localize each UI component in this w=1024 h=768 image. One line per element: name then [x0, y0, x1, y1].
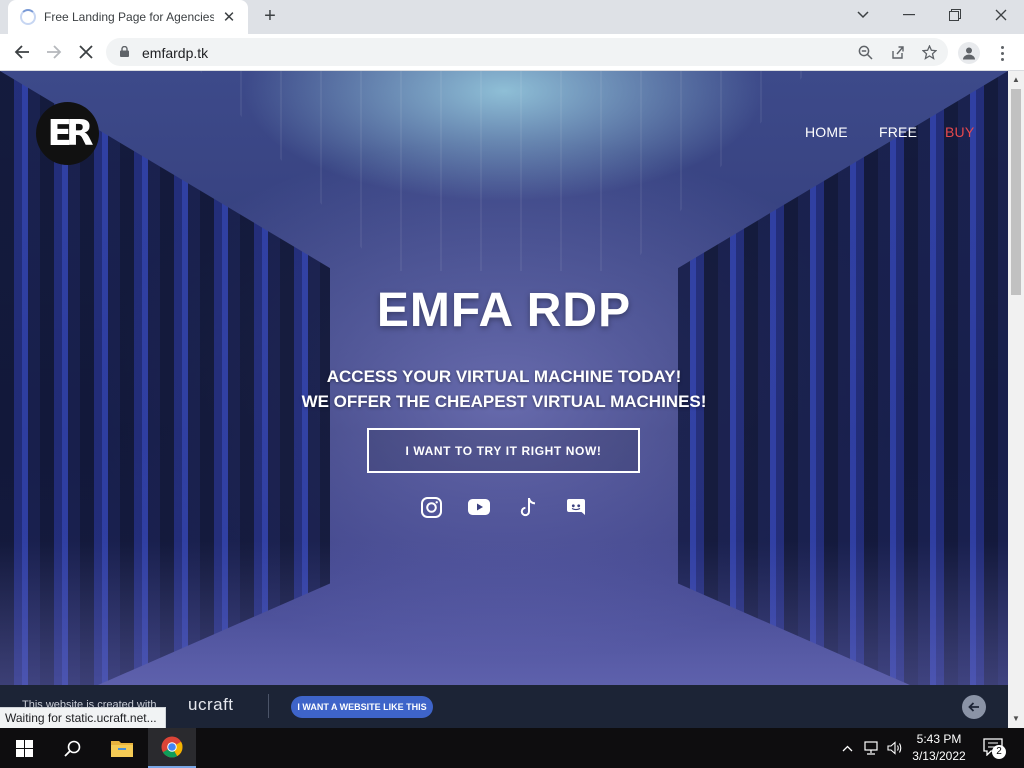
- volume-button[interactable]: [884, 728, 906, 768]
- tab-title: Free Landing Page for Agencies -: [44, 10, 214, 24]
- discord-link[interactable]: [564, 495, 588, 519]
- windows-taskbar: 5:43 PM 3/13/2022 2: [0, 728, 1024, 768]
- loading-spinner-icon: [20, 9, 36, 25]
- network-icon: [864, 741, 878, 755]
- tab-strip: Free Landing Page for Agencies - ✕ +: [0, 0, 1024, 34]
- clock-date: 3/13/2022: [912, 749, 966, 763]
- profile-button[interactable]: [958, 42, 980, 64]
- promo-divider: [268, 694, 269, 718]
- want-website-button[interactable]: I WANT A WEBSITE LIKE THIS: [291, 696, 433, 718]
- tab-close-button[interactable]: ✕: [220, 8, 238, 26]
- file-explorer-icon: [111, 741, 133, 757]
- arrow-left-icon: [968, 702, 979, 712]
- zoom-out-icon: [858, 45, 873, 60]
- forward-button[interactable]: [40, 39, 68, 65]
- lock-icon: [120, 46, 129, 57]
- search-icon: [63, 740, 80, 757]
- browser-toolbar: emfardp.tk: [0, 34, 1024, 71]
- page-scrollbar[interactable]: ▲ ▼: [1008, 71, 1024, 728]
- share-icon: [891, 45, 904, 59]
- tab-search-button[interactable]: [840, 0, 886, 30]
- tray-overflow-button[interactable]: [838, 728, 856, 768]
- hero-title: EMFA RDP: [376, 284, 632, 337]
- close-window-button[interactable]: [978, 0, 1024, 30]
- url-text[interactable]: emfardp.tk: [142, 45, 208, 61]
- youtube-link[interactable]: [467, 495, 491, 519]
- site-logo[interactable]: ER: [36, 102, 99, 165]
- stop-loading-icon: [79, 45, 93, 59]
- file-explorer-button[interactable]: [98, 728, 146, 768]
- minimize-icon: [903, 14, 915, 16]
- tiktok-link[interactable]: [516, 495, 540, 519]
- forward-arrow-icon: [47, 45, 62, 59]
- instagram-icon: [420, 496, 442, 518]
- stop-button[interactable]: [72, 39, 100, 65]
- taskbar-clock[interactable]: 5:43 PM 3/13/2022: [906, 731, 972, 765]
- hero-subtitle-1: ACCESS YOUR VIRTUAL MACHINE TODAY!: [326, 367, 682, 386]
- start-button[interactable]: [0, 728, 48, 768]
- back-arrow-icon: [14, 45, 29, 59]
- site-logo-text: ER: [47, 113, 93, 154]
- promo-collapse-button[interactable]: [962, 695, 986, 719]
- restore-icon: [949, 9, 961, 21]
- tiktok-icon: [520, 497, 536, 516]
- new-tab-button[interactable]: +: [258, 4, 282, 28]
- profile-avatar-icon: [963, 47, 975, 60]
- chevron-up-icon: [842, 745, 852, 751]
- close-icon: [995, 9, 1007, 21]
- nav-buy[interactable]: BUY: [945, 124, 974, 140]
- browser-tab[interactable]: Free Landing Page for Agencies - ✕: [8, 0, 248, 34]
- zoom-out-button[interactable]: [856, 43, 874, 61]
- address-bar[interactable]: emfardp.tk: [106, 38, 948, 66]
- discord-icon: [567, 499, 585, 515]
- youtube-icon: [468, 499, 490, 515]
- scrollbar-thumb[interactable]: [1011, 89, 1021, 295]
- scroll-down-arrow[interactable]: ▼: [1008, 712, 1024, 726]
- chevron-down-icon: [857, 11, 869, 19]
- bookmark-button[interactable]: [920, 43, 938, 61]
- hero-subtitle-2: WE OFFER THE CHEAPEST VIRTUAL MACHINES!: [301, 392, 707, 411]
- hero-background-ceiling: [200, 71, 808, 271]
- chrome-taskbar-button[interactable]: [148, 728, 196, 768]
- bookmark-star-icon: [921, 44, 937, 60]
- instagram-link[interactable]: [419, 495, 443, 519]
- taskbar-search-button[interactable]: [48, 728, 96, 768]
- scroll-up-arrow[interactable]: ▲: [1008, 73, 1024, 87]
- try-now-button[interactable]: I WANT TO TRY IT RIGHT NOW!: [367, 428, 640, 473]
- volume-icon: [887, 741, 902, 755]
- share-button[interactable]: [888, 43, 906, 61]
- minimize-button[interactable]: [886, 0, 932, 30]
- restore-button[interactable]: [932, 0, 978, 30]
- clock-time: 5:43 PM: [916, 732, 962, 746]
- browser-menu-button[interactable]: [994, 41, 1010, 65]
- nav-home[interactable]: HOME: [805, 124, 848, 140]
- windows-start-icon: [15, 739, 33, 757]
- nav-free[interactable]: FREE: [879, 124, 917, 140]
- chrome-icon: [161, 736, 183, 758]
- ucraft-logo[interactable]: ucraft: [188, 695, 234, 715]
- browser-status-bubble: Waiting for static.ucraft.net...: [0, 707, 166, 728]
- network-button[interactable]: [861, 728, 883, 768]
- back-button[interactable]: [8, 39, 36, 65]
- page-viewport: ER HOME FREE BUY EMFA RDP ACCESS YOUR VI…: [0, 71, 1008, 728]
- notification-count-badge: 2: [992, 745, 1006, 759]
